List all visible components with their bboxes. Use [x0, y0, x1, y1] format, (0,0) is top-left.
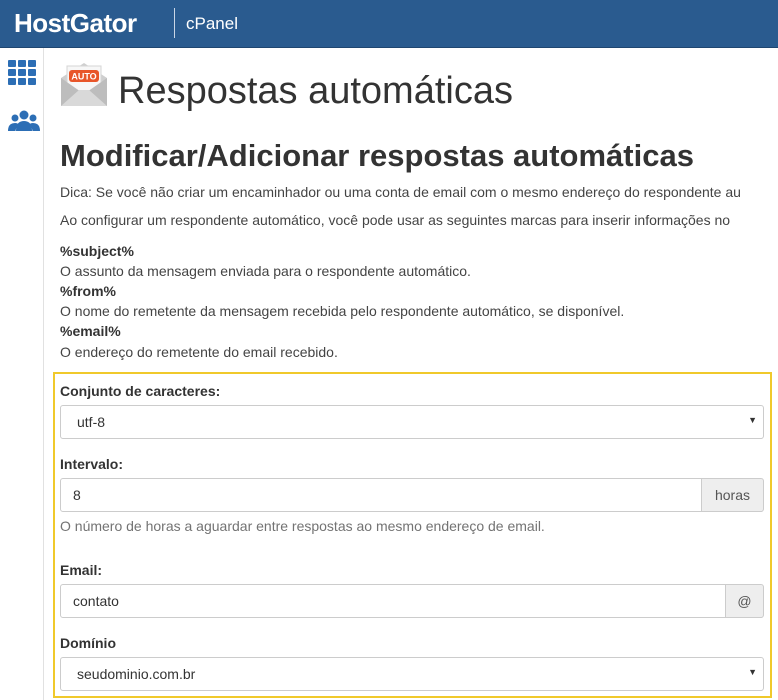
email-input-group: @ — [60, 584, 764, 618]
interval-help-text: O número de horas a aguardar entre respo… — [60, 518, 545, 534]
section-title: Modificar/Adicionar respostas automática… — [60, 138, 694, 173]
tag-subject-description: O assunto da mensagem enviada para o res… — [60, 263, 471, 279]
left-rail — [0, 48, 44, 700]
tag-email: %email% — [60, 323, 121, 339]
top-bar: HostGator cPanel — [0, 0, 778, 48]
autoresponder-icon: AUTO — [59, 60, 109, 115]
domain-select[interactable]: seudominio.com.br ▼ — [60, 657, 764, 691]
auto-badge-label: AUTO — [71, 72, 96, 82]
page-title: Respostas automáticas — [118, 70, 513, 112]
brand-divider — [174, 8, 175, 38]
tag-from-description: O nome do remetente da mensagem recebida… — [60, 303, 625, 319]
interval-field[interactable] — [60, 478, 702, 512]
at-sign-addon: @ — [726, 584, 764, 618]
intro-text: Ao configurar um respondente automático,… — [60, 212, 731, 228]
chevron-down-icon: ▼ — [748, 667, 757, 677]
interval-unit-addon: horas — [702, 478, 764, 512]
tag-from: %from% — [60, 283, 117, 299]
chevron-down-icon: ▼ — [748, 415, 757, 425]
charset-value: utf-8 — [77, 414, 106, 430]
tip-text: Dica: Se você não criar um encaminhador … — [60, 184, 741, 200]
charset-select[interactable]: utf-8 ▼ — [60, 405, 764, 439]
tag-subject: %subject% — [60, 243, 134, 259]
interval-input[interactable] — [61, 479, 701, 511]
tag-email-description: O endereço do remetente do email recebid… — [60, 344, 338, 360]
users-icon[interactable] — [8, 110, 40, 137]
brand-logo[interactable]: HostGator — [14, 8, 137, 39]
product-name: cPanel — [186, 14, 238, 33]
email-input[interactable] — [61, 585, 725, 617]
charset-label: Conjunto de caracteres: — [60, 383, 221, 399]
interval-input-group: horas — [60, 478, 764, 512]
email-label: Email: — [60, 562, 103, 578]
email-field[interactable] — [60, 584, 726, 618]
interval-label: Intervalo: — [60, 456, 124, 472]
domain-value: seudominio.com.br — [77, 666, 196, 682]
apps-grid-icon[interactable] — [8, 60, 36, 85]
domain-label: Domínio — [60, 635, 116, 651]
